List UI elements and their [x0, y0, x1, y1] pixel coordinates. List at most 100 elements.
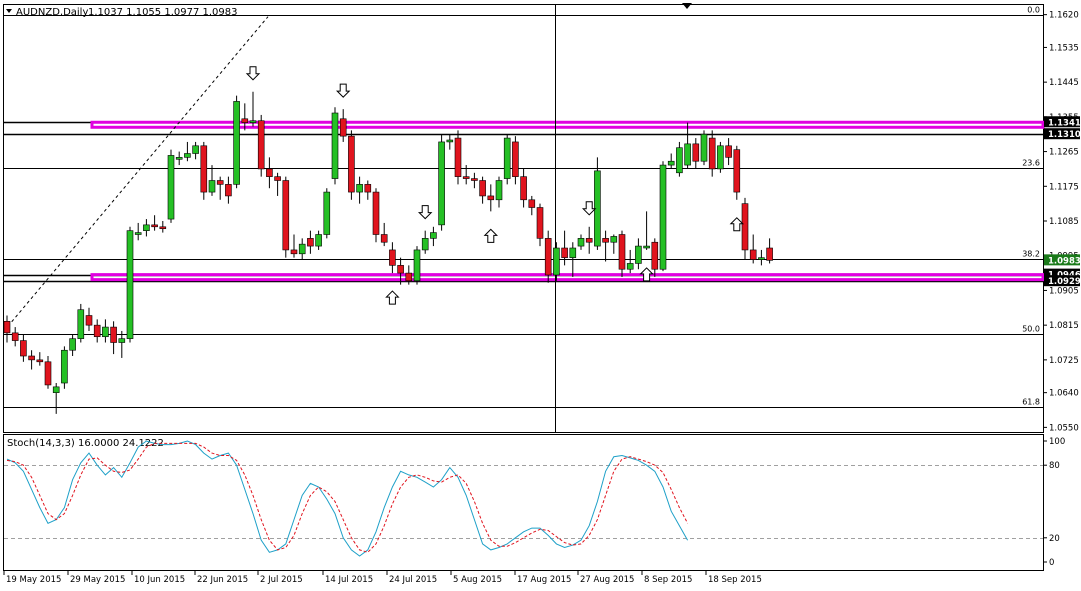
time-label: 5 Aug 2015	[453, 575, 502, 585]
candle-bull	[667, 160, 675, 166]
candle-bull	[102, 326, 109, 338]
price-tag-label: 1.0983	[1048, 256, 1081, 266]
candle-bear	[225, 184, 232, 197]
stoch-tick-label: 100	[1049, 437, 1065, 447]
candle-bear	[364, 184, 372, 193]
candle-bull	[643, 245, 650, 249]
arrow-up-icon	[483, 228, 499, 243]
candle-bull	[356, 184, 363, 193]
time-label: 18 Sep 2015	[708, 575, 762, 585]
price-tick-label: 1.0550	[1049, 423, 1079, 433]
price-axis: 1.16201.15351.14451.13551.12651.11751.10…	[1043, 11, 1079, 433]
candle-bull	[298, 243, 306, 255]
candle-bear	[257, 120, 265, 170]
candle-bull	[700, 133, 708, 162]
candle-bear	[479, 180, 486, 197]
candle-bull	[758, 257, 765, 260]
fib-labels: 0.0 23.6 38.2 50.0 61.8	[1022, 6, 1040, 407]
candle-bull	[659, 164, 667, 270]
candle-bear	[266, 168, 273, 177]
candle-bear	[348, 135, 355, 193]
candle-bull	[553, 247, 560, 276]
arrow-down-icon	[417, 205, 433, 220]
time-axis: 19 May 2015 29 May 2015 10 Jun 2015 22 Jun …	[3, 571, 762, 585]
candle-bear	[36, 359, 44, 363]
candle-bull	[503, 137, 511, 179]
candle-bull	[323, 191, 331, 235]
candle-bear	[274, 176, 281, 181]
candle-bull	[184, 153, 191, 158]
candle-bear	[733, 149, 741, 193]
collapse-triangle-icon[interactable]	[6, 9, 12, 13]
candle-bear	[528, 199, 536, 208]
candle-bull	[175, 157, 183, 160]
fib-label: 38.2	[1022, 250, 1040, 259]
candle-bull	[569, 247, 577, 258]
arrow-down-icon	[245, 66, 261, 81]
price-tick-label: 1.1085	[1049, 217, 1079, 227]
price-tick-label: 1.1265	[1049, 148, 1079, 158]
candle-bear	[151, 224, 158, 228]
candle-bull	[676, 147, 683, 174]
candle-bull	[438, 141, 445, 226]
candle-bull	[77, 309, 85, 339]
candle-bear	[405, 272, 413, 282]
time-label: 29 May 2015	[70, 575, 125, 585]
candle-bull	[610, 236, 618, 243]
price-tick-label: 1.0905	[1049, 286, 1079, 296]
shift-marker-icon[interactable]	[682, 3, 692, 9]
candle-bull	[52, 386, 60, 393]
candle-bull	[249, 120, 257, 123]
candle-bull	[430, 232, 437, 239]
candle-bear	[380, 234, 388, 243]
candle-bull	[421, 238, 429, 251]
candle-bear	[290, 249, 298, 255]
candle-bull	[413, 249, 421, 282]
candle-bull	[61, 349, 68, 384]
candle-bear	[307, 238, 314, 247]
stoch-group: 100 80 20 0	[4, 437, 1065, 568]
price-tick-label: 1.1535	[1049, 43, 1079, 53]
candle-bear	[200, 145, 208, 193]
symbol-label: AUDNZD,Daily	[16, 7, 88, 18]
price-tick-label: 1.0640	[1049, 389, 1079, 399]
candle-bull	[495, 180, 503, 201]
price-tag-label: 1.1310	[1048, 130, 1081, 140]
arrow-down-icon	[335, 83, 351, 98]
candle-bear	[454, 137, 462, 177]
fib-label: 50.0	[1022, 325, 1040, 334]
candle-bear	[462, 176, 470, 179]
price-tick-label: 1.0725	[1049, 356, 1079, 366]
candle-bull	[577, 238, 585, 247]
candle-bull	[134, 232, 142, 235]
time-label: 2 Jul 2015	[260, 575, 303, 585]
candle-bull	[69, 338, 76, 351]
time-label: 27 Aug 2015	[580, 575, 634, 585]
candle-bear	[110, 326, 117, 343]
chart-root: AUDNZD,Daily 1.1037 1.1055 1.0977 1.0983…	[0, 0, 1081, 587]
candle-bear	[241, 118, 249, 123]
candle-bear	[471, 178, 478, 181]
candle-bear	[28, 355, 35, 361]
price-chart-svg[interactable]: AUDNZD,Daily 1.1037 1.1055 1.0977 1.0983…	[0, 0, 1081, 587]
time-label: 14 Jul 2015	[325, 575, 373, 585]
candle-bear	[749, 249, 757, 260]
candle-bear	[3, 320, 11, 334]
time-label: 24 Jul 2015	[389, 575, 437, 585]
candle-bear	[544, 238, 552, 276]
time-label: 19 May 2015	[6, 575, 61, 585]
candle-bear	[520, 176, 527, 201]
candle-bear	[561, 247, 568, 258]
price-tags: 1.13411.13101.09831.09461.0929	[1044, 116, 1081, 287]
candle-bear	[725, 145, 732, 158]
candle-bear	[585, 238, 593, 243]
candle-bear	[216, 180, 224, 185]
time-label: 10 Jun 2015	[134, 575, 185, 585]
price-tick-label: 1.1620	[1049, 11, 1079, 21]
stoch-label: Stoch(14,3,3) 16.0000 24.1222	[7, 438, 164, 449]
trend-line	[3, 16, 269, 332]
candle-bull	[315, 234, 322, 247]
candle-bear	[44, 361, 52, 386]
candle-bear	[282, 180, 290, 251]
horizontal-lines-group	[4, 15, 1043, 408]
